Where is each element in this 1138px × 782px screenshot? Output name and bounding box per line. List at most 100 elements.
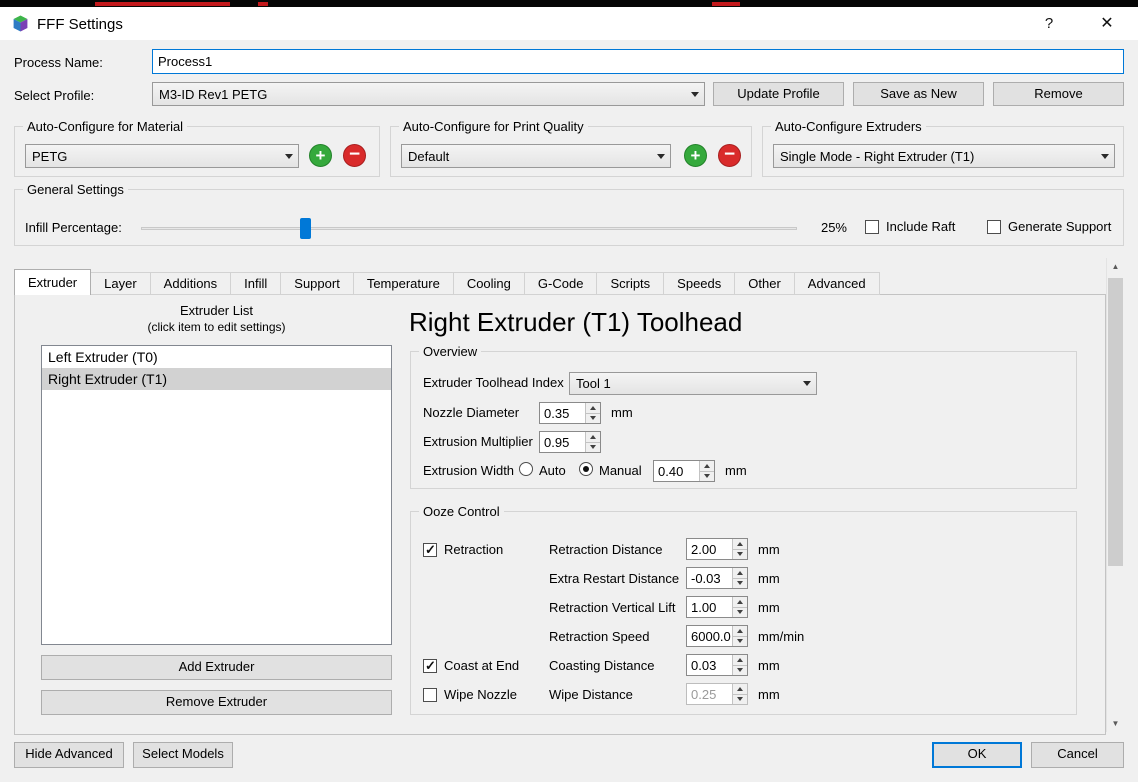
spin-up-icon[interactable]	[700, 461, 714, 472]
background-artifact	[95, 2, 230, 6]
add-quality-button[interactable]: +	[684, 144, 707, 167]
profile-combo-value: M3-ID Rev1 PETG	[153, 87, 685, 102]
dropdown-arrow-icon	[651, 145, 670, 167]
retraction-vertical-lift-spinner[interactable]: 1.00	[686, 596, 748, 618]
background-artifact	[258, 2, 268, 6]
tab-temperature[interactable]: Temperature	[353, 272, 454, 295]
dropdown-arrow-icon	[279, 145, 298, 167]
spinner-value: 6000.0	[687, 626, 732, 646]
slider-track[interactable]	[141, 227, 797, 230]
add-extruder-button[interactable]: Add Extruder	[41, 655, 392, 680]
extrusion-width-auto-radio[interactable]	[519, 462, 533, 476]
save-as-new-button[interactable]: Save as New	[853, 82, 984, 106]
tab-layer[interactable]: Layer	[90, 272, 151, 295]
spin-down-icon[interactable]	[586, 414, 600, 424]
spin-down-icon[interactable]	[733, 637, 747, 647]
general-settings-group: General Settings Infill Percentage: 25% …	[14, 189, 1124, 246]
spin-up-icon[interactable]	[733, 626, 747, 637]
spin-up-icon[interactable]	[733, 655, 747, 666]
retraction-distance-spinner[interactable]: 2.00	[686, 538, 748, 560]
spin-down-icon[interactable]	[700, 472, 714, 482]
scroll-down-icon[interactable]: ▼	[1107, 715, 1124, 732]
coast-at-end-checkbox[interactable]: Coast at End	[423, 658, 519, 673]
settings-tab-area: Extruder Layer Additions Infill Support …	[14, 269, 1106, 735]
tab-gcode[interactable]: G-Code	[524, 272, 598, 295]
tab-advanced[interactable]: Advanced	[794, 272, 880, 295]
infill-slider[interactable]	[141, 218, 797, 239]
add-material-button[interactable]: +	[309, 144, 332, 167]
help-button[interactable]: ?	[1034, 11, 1064, 37]
cancel-button[interactable]: Cancel	[1031, 742, 1124, 768]
profile-combo[interactable]: M3-ID Rev1 PETG	[152, 82, 705, 106]
infill-slider-handle[interactable]	[300, 218, 311, 239]
list-item-right-extruder[interactable]: Right Extruder (T1)	[42, 368, 391, 390]
scroll-thumb[interactable]	[1108, 278, 1123, 566]
remove-quality-button[interactable]: −	[718, 144, 741, 167]
setting-label: Retraction Distance	[549, 542, 662, 557]
toolhead-index-label: Extruder Toolhead Index	[423, 375, 564, 390]
spin-up-icon[interactable]	[586, 403, 600, 414]
setting-label: Wipe Distance	[549, 687, 633, 702]
spin-down-icon[interactable]	[733, 608, 747, 618]
retraction-speed-spinner[interactable]: 6000.0	[686, 625, 748, 647]
tab-speeds[interactable]: Speeds	[663, 272, 735, 295]
material-combo[interactable]: PETG	[25, 144, 299, 168]
group-title: Auto-Configure for Material	[23, 119, 187, 134]
process-name-input[interactable]	[152, 49, 1124, 74]
remove-material-button[interactable]: −	[343, 144, 366, 167]
spin-up-icon[interactable]	[586, 432, 600, 443]
spin-up-icon[interactable]	[733, 539, 747, 550]
overview-group: Overview Extruder Toolhead Index Tool 1 …	[410, 351, 1077, 489]
tab-support[interactable]: Support	[280, 272, 354, 295]
generate-support-checkbox[interactable]: Generate Support	[987, 219, 1111, 234]
remove-profile-button[interactable]: Remove	[993, 82, 1124, 106]
spin-up-icon[interactable]	[733, 597, 747, 608]
select-models-button[interactable]: Select Models	[133, 742, 233, 768]
auto-configure-extruders-group: Auto-Configure Extruders Single Mode - R…	[762, 126, 1124, 177]
nozzle-diameter-spinner[interactable]: 0.35	[539, 402, 601, 424]
quality-combo-value: Default	[402, 149, 651, 164]
remove-extruder-button[interactable]: Remove Extruder	[41, 690, 392, 715]
extruder-list-hint: (click item to edit settings)	[41, 320, 392, 334]
tab-scripts[interactable]: Scripts	[596, 272, 664, 295]
extruder-mode-combo[interactable]: Single Mode - Right Extruder (T1)	[773, 144, 1115, 168]
scroll-up-icon[interactable]: ▲	[1107, 258, 1124, 275]
settings-tabbar: Extruder Layer Additions Infill Support …	[14, 269, 879, 295]
tab-infill[interactable]: Infill	[230, 272, 281, 295]
toolhead-index-combo[interactable]: Tool 1	[569, 372, 817, 395]
spin-down-icon[interactable]	[733, 579, 747, 589]
spin-down-icon[interactable]	[733, 666, 747, 676]
select-profile-label: Select Profile:	[14, 88, 94, 103]
spin-up-icon[interactable]	[733, 568, 747, 579]
spinner-value: 2.00	[687, 539, 732, 559]
retraction-checkbox[interactable]: Retraction	[423, 542, 503, 557]
tab-extruder[interactable]: Extruder	[14, 269, 91, 295]
coasting-distance-spinner[interactable]: 0.03	[686, 654, 748, 676]
checkbox-box	[423, 543, 437, 557]
list-item-left-extruder[interactable]: Left Extruder (T0)	[42, 346, 391, 368]
wipe-distance-spinner[interactable]: 0.25	[686, 683, 748, 705]
extra-restart-distance-spinner[interactable]: -0.03	[686, 567, 748, 589]
tab-cooling[interactable]: Cooling	[453, 272, 525, 295]
extruder-listbox: Left Extruder (T0) Right Extruder (T1)	[41, 345, 392, 645]
unit-label: mm	[611, 405, 633, 420]
ok-button[interactable]: OK	[932, 742, 1022, 768]
tab-other[interactable]: Other	[734, 272, 795, 295]
extrusion-multiplier-spinner[interactable]: 0.95	[539, 431, 601, 453]
include-raft-checkbox[interactable]: Include Raft	[865, 219, 955, 234]
close-button[interactable]: ✕	[1092, 11, 1122, 37]
hide-advanced-button[interactable]: Hide Advanced	[14, 742, 124, 768]
quality-combo[interactable]: Default	[401, 144, 671, 168]
wipe-nozzle-checkbox[interactable]: Wipe Nozzle	[423, 687, 517, 702]
update-profile-button[interactable]: Update Profile	[713, 82, 844, 106]
extrusion-width-spinner[interactable]: 0.40	[653, 460, 715, 482]
unit-label: mm/min	[758, 629, 804, 644]
tab-additions[interactable]: Additions	[150, 272, 231, 295]
setting-label: Extra Restart Distance	[549, 571, 679, 586]
spin-down-icon[interactable]	[733, 550, 747, 560]
spin-down-icon[interactable]	[586, 443, 600, 453]
spin-down-icon[interactable]	[733, 695, 747, 705]
spin-up-icon[interactable]	[733, 684, 747, 695]
extrusion-width-manual-radio[interactable]	[579, 462, 593, 476]
ooze-control-group: Ooze Control Retraction Retraction Dista…	[410, 511, 1077, 715]
